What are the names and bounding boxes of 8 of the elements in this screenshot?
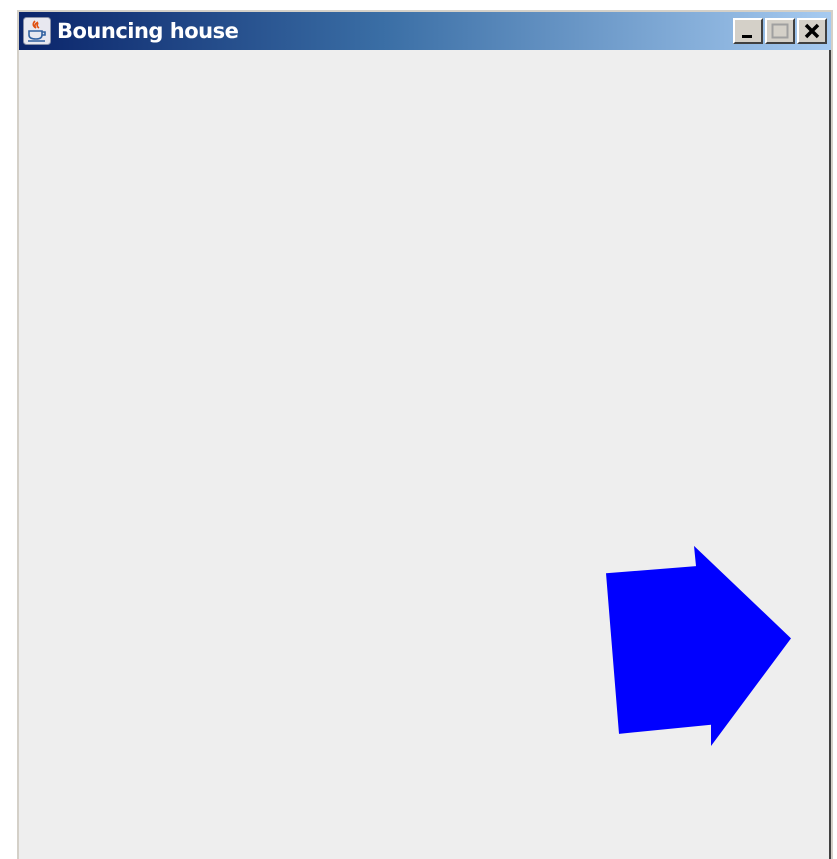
cup-icon [23, 17, 51, 45]
close-button[interactable] [797, 18, 827, 44]
maximize-icon [771, 23, 789, 39]
close-icon [804, 23, 820, 39]
minimize-button[interactable] [733, 18, 763, 44]
maximize-button[interactable] [765, 18, 795, 44]
window-title: Bouncing house [57, 19, 240, 43]
minimize-icon [742, 34, 752, 38]
